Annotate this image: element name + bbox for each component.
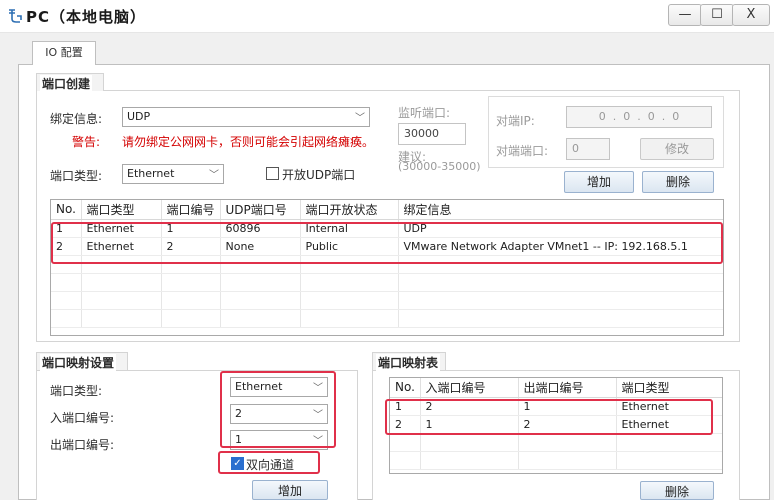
map-port-type-label: 端口类型: — [50, 384, 103, 398]
column-header[interactable]: 端口开放状态 — [300, 200, 399, 220]
empty-cell — [390, 451, 421, 470]
empty-cell — [81, 309, 162, 328]
network-plug-icon — [9, 9, 22, 23]
in-port-label: 入端口编号: — [50, 411, 115, 425]
bidirectional-highlight — [218, 451, 320, 474]
warning-label: 警告: — [72, 135, 101, 149]
tab-io-config[interactable]: IO 配置 — [32, 41, 96, 65]
chevron-down-icon: ﹀ — [209, 170, 219, 181]
empty-cell — [220, 273, 301, 292]
listen-port-label: 监听端口: — [398, 106, 451, 120]
port-table: No. 端口类型 端口编号 UDP端口号 端口开放状态 绑定信息 1 Ethernet 1 60… — [50, 199, 724, 336]
empty-cell — [398, 273, 723, 292]
empty-cell — [398, 291, 723, 310]
delete-port-button[interactable]: 删除 — [642, 171, 714, 193]
empty-cell — [161, 291, 221, 310]
empty-row — [390, 451, 722, 470]
empty-cell — [616, 451, 722, 470]
warning-text: 请勿绑定公网网卡，否则可能会引起网络瘫痪。 — [122, 135, 375, 149]
column-header[interactable]: UDP端口号 — [220, 200, 301, 220]
peer-port-input[interactable]: 0 — [566, 138, 610, 160]
empty-cell — [81, 273, 162, 292]
empty-cell — [518, 451, 617, 470]
mapping-table-title: 端口映射表 — [376, 354, 441, 371]
port-create-title: 端口创建 — [40, 75, 93, 92]
empty-cell — [616, 433, 722, 452]
empty-cell — [300, 273, 399, 292]
peer-port-label: 对端端口: — [496, 144, 549, 158]
column-header[interactable]: 入端口编号 — [420, 378, 519, 398]
column-header[interactable]: No. — [51, 200, 82, 220]
empty-row — [390, 433, 722, 452]
port-type-label: 端口类型: — [50, 169, 103, 183]
empty-cell — [220, 291, 301, 310]
empty-cell — [51, 291, 82, 310]
empty-cell — [420, 433, 519, 452]
empty-cell — [300, 291, 399, 310]
empty-cell — [81, 291, 162, 310]
bind-info-combo[interactable]: UDP ﹀ — [122, 107, 370, 127]
empty-cell — [390, 433, 421, 452]
mapping-settings-title: 端口映射设置 — [40, 354, 117, 371]
empty-cell — [300, 309, 399, 328]
empty-cell — [518, 433, 617, 452]
listen-port-input[interactable]: 30000 — [398, 123, 466, 145]
out-port-label: 出端口编号: — [50, 438, 115, 452]
open-udp-checkbox[interactable] — [266, 167, 279, 180]
column-header[interactable]: 端口类型 — [81, 200, 162, 220]
column-header[interactable]: No. — [390, 378, 421, 398]
column-header[interactable]: 绑定信息 — [398, 200, 723, 220]
close-button[interactable]: X — [732, 4, 770, 26]
suggest-range: (30000-35000) — [398, 160, 481, 173]
empty-cell — [161, 309, 221, 328]
add-port-button[interactable]: 增加 — [564, 171, 634, 193]
bind-info-label: 绑定信息: — [50, 112, 103, 126]
delete-mapping-button[interactable]: 删除 — [640, 481, 714, 500]
open-udp-label: 开放UDP端口 — [282, 168, 356, 182]
column-header[interactable]: 端口编号 — [161, 200, 221, 220]
modify-button[interactable]: 修改 — [640, 138, 714, 160]
empty-row — [51, 309, 723, 328]
maximize-button[interactable]: ☐ — [700, 4, 734, 26]
column-header[interactable]: 出端口编号 — [518, 378, 617, 398]
peer-ip-input[interactable]: 0 . 0 . 0 . 0 — [566, 106, 712, 128]
empty-cell — [398, 309, 723, 328]
mapping-rows-highlight — [385, 399, 713, 435]
minimize-button[interactable]: — — [668, 4, 702, 26]
add-mapping-button[interactable]: 增加 — [252, 480, 328, 500]
empty-row — [51, 291, 723, 310]
empty-cell — [51, 309, 82, 328]
peer-ip-label: 对端IP: — [496, 114, 535, 128]
empty-row — [51, 273, 723, 292]
empty-cell — [161, 273, 221, 292]
mapping-combos-highlight — [220, 371, 336, 448]
empty-cell — [420, 451, 519, 470]
empty-cell — [220, 309, 301, 328]
window-title: PC（本地电脑） — [26, 8, 147, 26]
bind-info-value: UDP — [127, 110, 151, 123]
port-rows-highlight — [51, 222, 723, 264]
port-type-combo[interactable]: Ethernet ﹀ — [122, 164, 224, 184]
port-type-value: Ethernet — [127, 167, 175, 180]
empty-cell — [51, 273, 82, 292]
chevron-down-icon: ﹀ — [355, 113, 365, 124]
column-header[interactable]: 端口类型 — [616, 378, 722, 398]
